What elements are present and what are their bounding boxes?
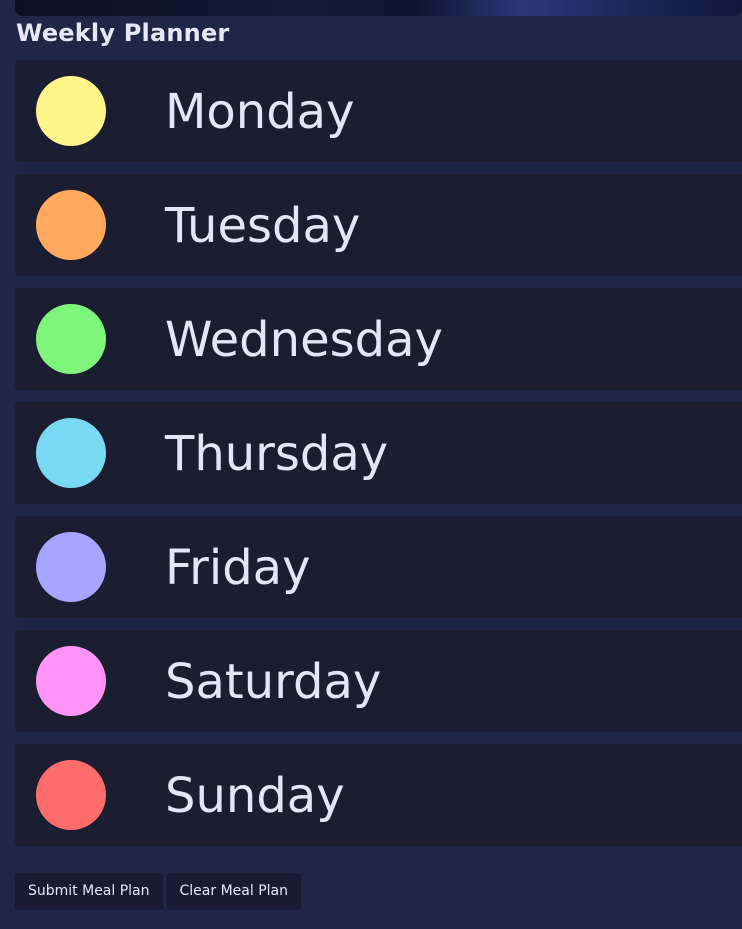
day-label: Sunday [165, 768, 345, 824]
day-color-dot-icon [36, 646, 106, 716]
day-row-wednesday[interactable]: Wednesday [15, 288, 742, 390]
day-row-monday[interactable]: Monday [15, 60, 742, 162]
day-color-dot-icon [36, 304, 106, 374]
header-banner-image [15, 0, 742, 16]
day-color-dot-icon [36, 418, 106, 488]
day-label: Saturday [165, 654, 382, 710]
submit-meal-plan-button[interactable]: Submit Meal Plan [15, 873, 163, 910]
day-row-thursday[interactable]: Thursday [15, 402, 742, 504]
day-row-saturday[interactable]: Saturday [15, 630, 742, 732]
day-color-dot-icon [36, 190, 106, 260]
day-label: Thursday [165, 426, 389, 482]
day-color-dot-icon [36, 532, 106, 602]
day-color-dot-icon [36, 760, 106, 830]
action-bar: Submit Meal Plan Clear Meal Plan [15, 873, 301, 910]
day-list: Monday Tuesday Wednesday Thursday Friday… [15, 60, 742, 858]
day-label: Wednesday [165, 312, 443, 368]
day-row-friday[interactable]: Friday [15, 516, 742, 618]
clear-meal-plan-button[interactable]: Clear Meal Plan [166, 873, 301, 910]
day-row-sunday[interactable]: Sunday [15, 744, 742, 846]
day-label: Tuesday [165, 198, 361, 254]
day-row-tuesday[interactable]: Tuesday [15, 174, 742, 276]
day-color-dot-icon [36, 76, 106, 146]
page-title: Weekly Planner [16, 19, 230, 47]
day-label: Monday [165, 84, 355, 140]
day-label: Friday [165, 540, 311, 596]
